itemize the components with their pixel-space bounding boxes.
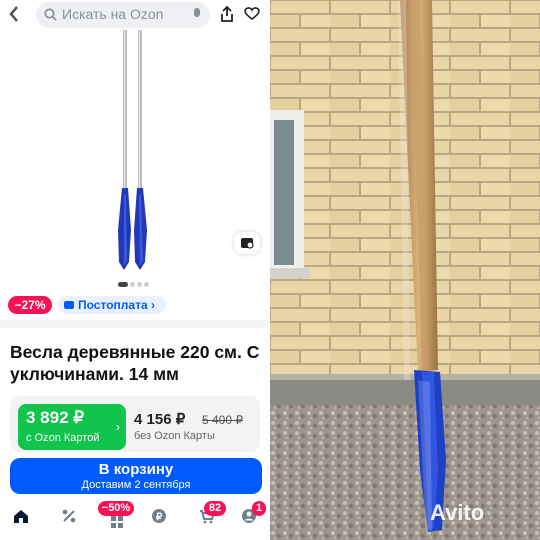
chevron-right-icon: ›: [150, 298, 155, 312]
ozon-card-price-button[interactable]: 3 892 ₽ с Ozon Картой ›: [18, 404, 126, 450]
profile-badge: 1: [252, 501, 266, 516]
home-icon: [14, 510, 28, 523]
share-icon: [221, 5, 233, 22]
product-title: Весла деревянные 220 см. С уключинами. 1…: [10, 342, 260, 384]
postpay-badge[interactable]: Постоплата ›: [58, 296, 166, 314]
photo-oars-brick-wall: Avito: [270, 0, 540, 540]
cart-label: В корзину: [98, 461, 174, 478]
card-price-label: с Ozon Картой: [26, 432, 100, 444]
chevron-right-icon: ›: [116, 420, 120, 434]
regular-price-label: без Ozon Карты: [134, 430, 215, 442]
back-button[interactable]: [8, 5, 20, 28]
search-placeholder: Искать на Ozon: [62, 6, 164, 22]
discount-badge: −27%: [8, 296, 52, 314]
search-input[interactable]: Искать на Ozon: [36, 2, 210, 28]
ruble-icon: ₽: [152, 509, 166, 523]
regular-price: 4 156 ₽: [134, 411, 186, 428]
search-icon: [44, 8, 57, 21]
product-image[interactable]: [0, 30, 268, 290]
nav-finance[interactable]: ₽: [148, 508, 170, 530]
favorite-button[interactable]: [244, 6, 260, 25]
share-button[interactable]: [220, 5, 234, 27]
add-to-cart-button[interactable]: В корзину Доставим 2 сентября: [10, 458, 262, 494]
nav-catalog[interactable]: [106, 514, 128, 536]
cart-count-badge: 82: [204, 501, 226, 516]
gallery-pagination: [118, 276, 158, 288]
card-icon: [64, 301, 74, 309]
oars-image: [118, 30, 147, 270]
delivery-date: Доставим 2 сентября: [81, 479, 191, 491]
microphone-icon[interactable]: [194, 8, 200, 17]
top-bar: Искать на Ozon: [0, 0, 268, 30]
bottom-navigation: −50% ₽ 82 1: [0, 500, 268, 540]
postpay-label: Постоплата: [78, 298, 148, 312]
nav-home[interactable]: [10, 508, 32, 530]
camera-search-icon: [241, 238, 254, 249]
nav-sale[interactable]: [58, 508, 80, 530]
avito-watermark: Avito: [430, 500, 485, 525]
percent-icon: [62, 509, 76, 523]
svg-text:₽: ₽: [156, 512, 163, 523]
card-price: 3 892 ₽: [26, 408, 85, 427]
heart-icon: [244, 7, 260, 20]
ozon-product-screen: Искать на Ozon −27% Постоплата › Весла д…: [0, 0, 268, 540]
section-separator: [0, 320, 268, 328]
chevron-left-icon: [9, 6, 18, 22]
gallery-dot-active[interactable]: [118, 282, 128, 288]
price-block: 3 892 ₽ с Ozon Картой › 4 156 ₽ 5 400 ₽ …: [10, 396, 260, 452]
old-price: 5 400 ₽: [202, 413, 243, 427]
similar-search-button[interactable]: [234, 232, 260, 254]
grid-icon: [111, 516, 123, 528]
photo-image: [270, 0, 540, 540]
